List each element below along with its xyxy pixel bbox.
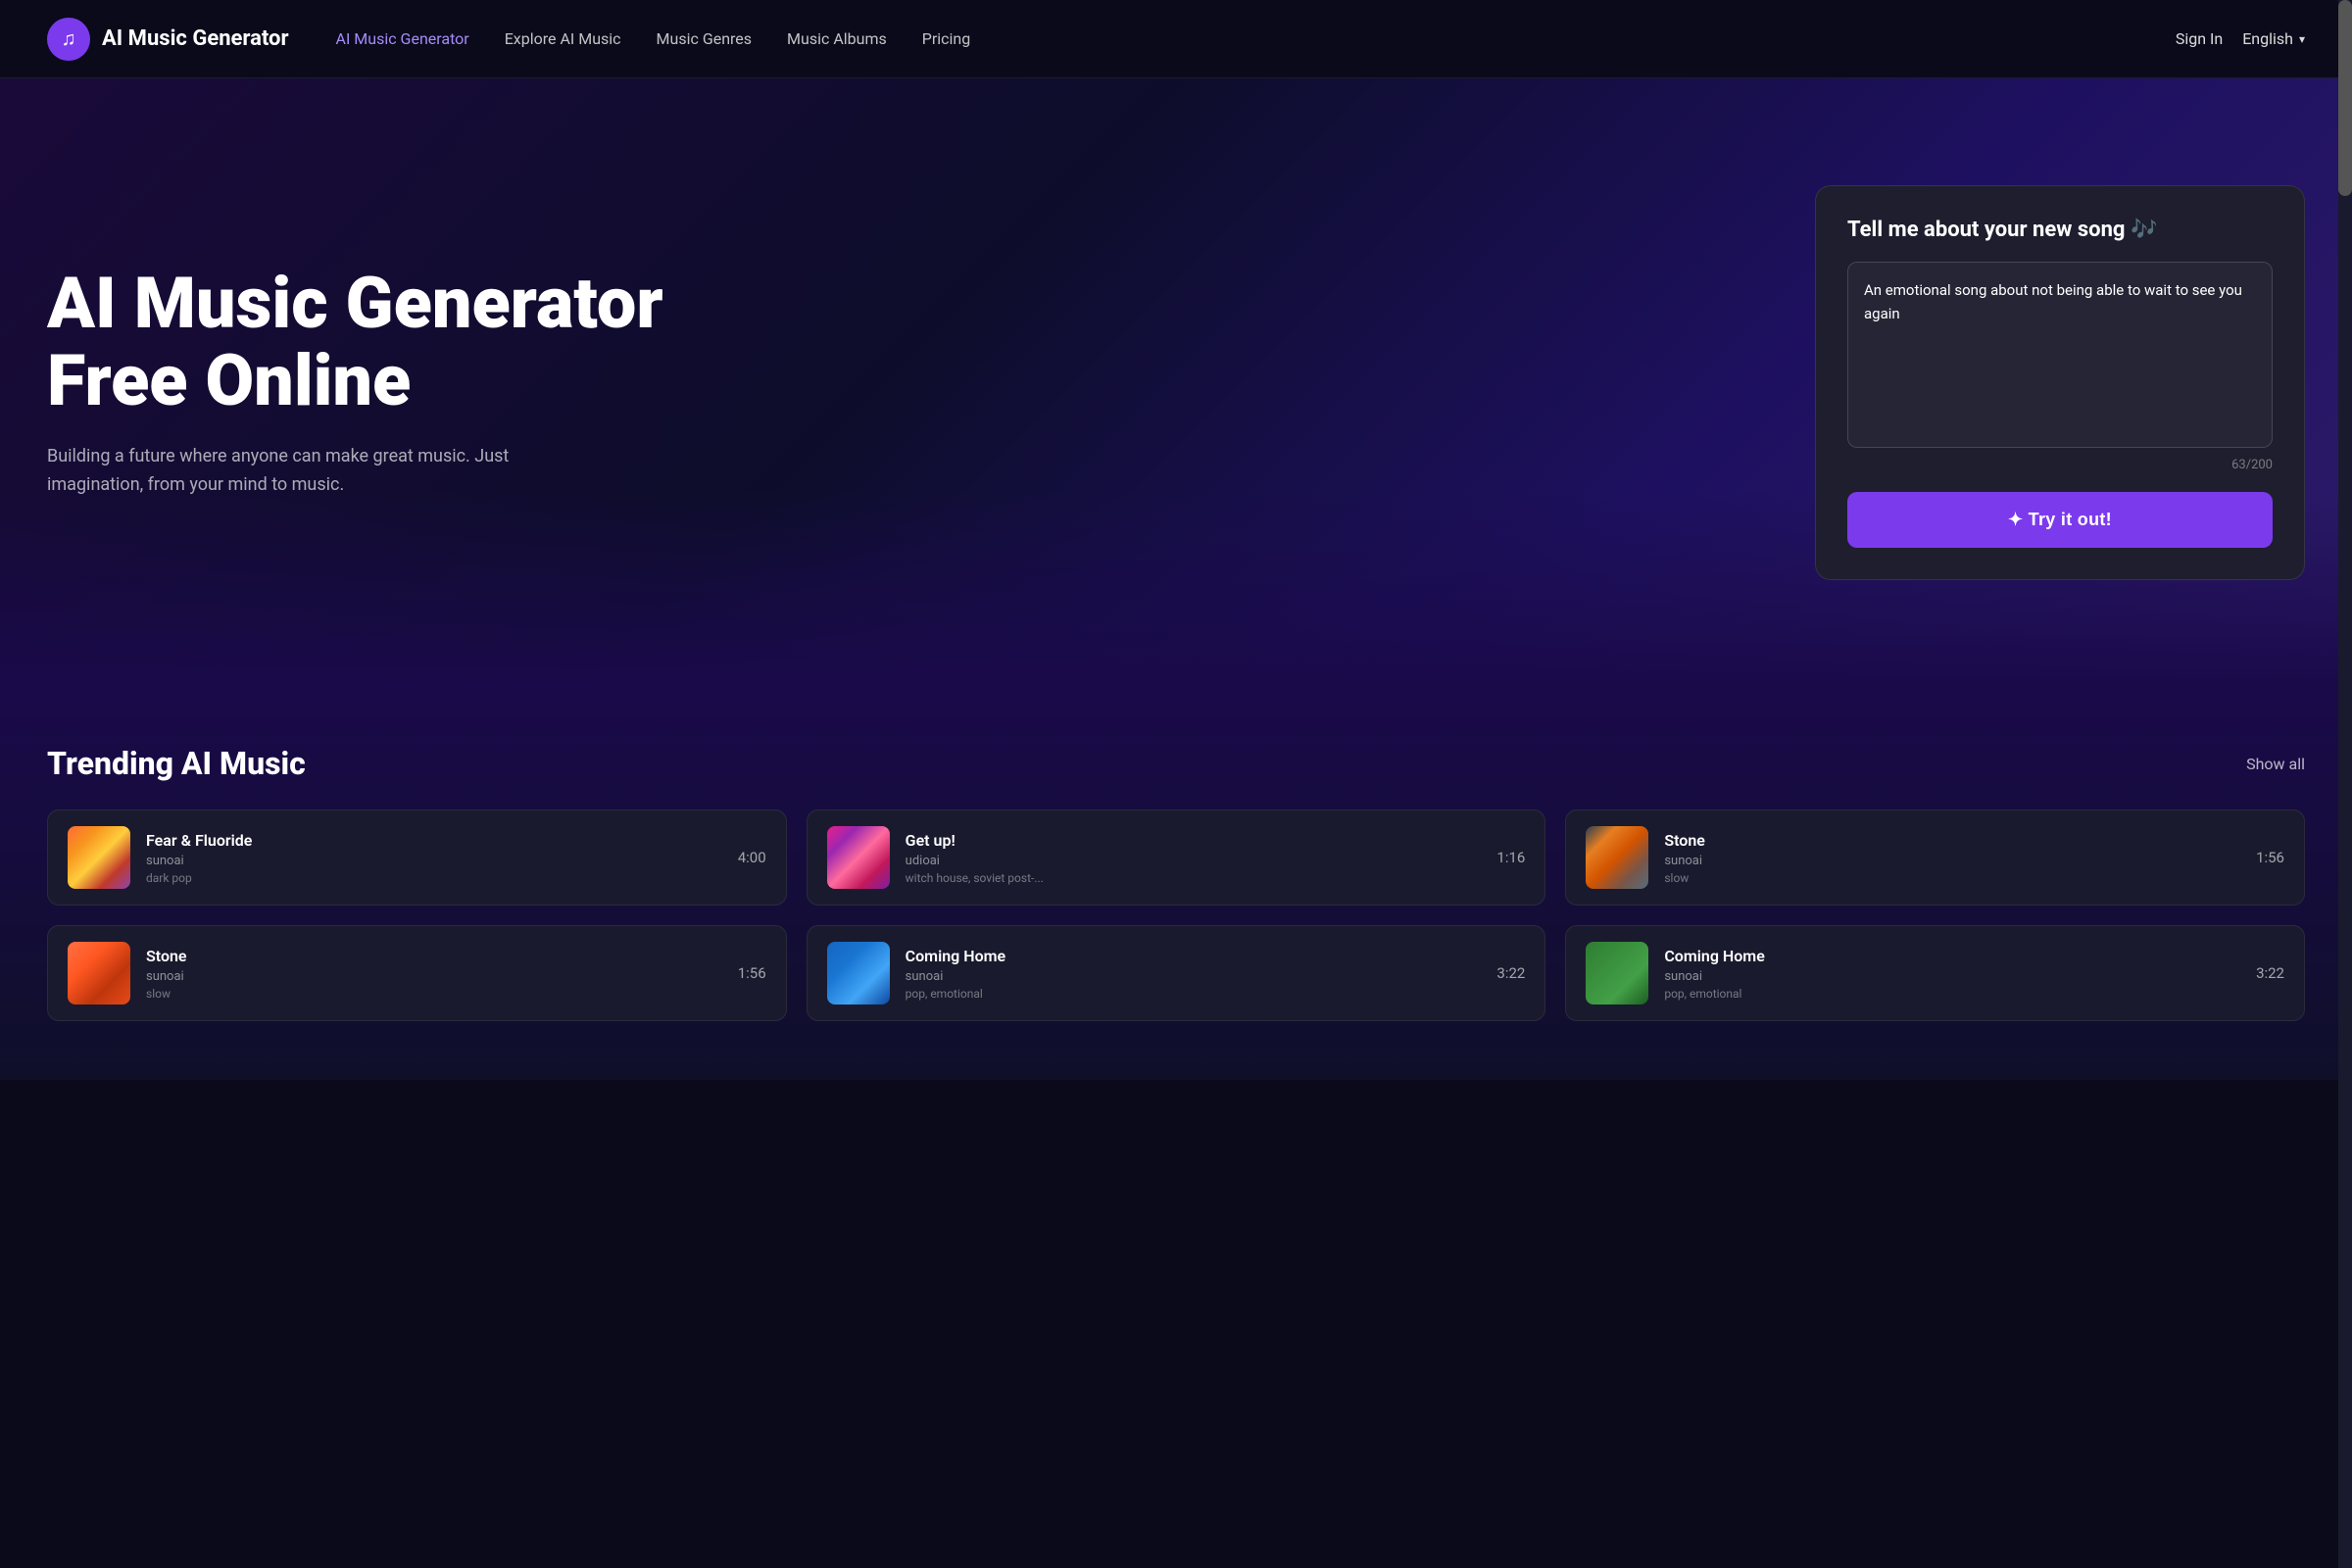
music-info: Get up! udioai witch house, soviet post-… xyxy=(906,831,1482,885)
album-art xyxy=(68,942,130,1004)
trending-header: Trending AI Music Show all xyxy=(47,745,2305,782)
song-duration: 3:22 xyxy=(2256,964,2284,982)
song-artist: sunoai xyxy=(146,854,722,868)
hero-subtitle: Building a future where anyone can make … xyxy=(47,443,557,500)
scrollbar[interactable] xyxy=(2338,0,2352,1568)
trending-title: Trending AI Music xyxy=(47,745,306,782)
logo-icon: ♫ xyxy=(47,18,90,61)
nav-links: AI Music Generator Explore AI Music Musi… xyxy=(336,29,2176,48)
brand-name: AI Music Generator xyxy=(102,26,289,51)
logo-area[interactable]: ♫ AI Music Generator xyxy=(47,18,289,61)
navbar: ♫ AI Music Generator AI Music Generator … xyxy=(0,0,2352,78)
music-info: Stone sunoai slow xyxy=(1664,831,2240,885)
song-title: Coming Home xyxy=(906,947,1482,965)
music-info: Fear & Fluoride sunoai dark pop xyxy=(146,831,722,885)
list-item[interactable]: Stone sunoai slow 1:56 xyxy=(1565,809,2305,906)
nav-item-ai-music-generator[interactable]: AI Music Generator xyxy=(336,29,469,48)
album-art xyxy=(827,942,890,1004)
song-title: Coming Home xyxy=(1664,947,2240,965)
scrollbar-thumb[interactable] xyxy=(2338,0,2352,196)
list-item[interactable]: Get up! udioai witch house, soviet post-… xyxy=(807,809,1546,906)
song-duration: 1:56 xyxy=(738,964,766,982)
sign-in-button[interactable]: Sign In xyxy=(2176,29,2223,48)
try-it-out-button[interactable]: ✦ Try it out! xyxy=(1847,492,2273,548)
nav-item-explore-ai-music[interactable]: Explore AI Music xyxy=(505,29,621,48)
show-all-button[interactable]: Show all xyxy=(2246,755,2305,773)
hero-title: AI Music Generator Free Online xyxy=(47,265,713,419)
song-duration: 1:56 xyxy=(2256,849,2284,866)
song-genre: pop, emotional xyxy=(1664,987,2240,1001)
nav-item-pricing[interactable]: Pricing xyxy=(922,29,971,48)
hero-section: AI Music Generator Free Online Building … xyxy=(0,78,2352,686)
list-item[interactable]: Coming Home sunoai pop, emotional 3:22 xyxy=(1565,925,2305,1021)
song-genre: slow xyxy=(1664,871,2240,885)
language-label: English xyxy=(2242,29,2293,48)
song-artist: sunoai xyxy=(1664,969,2240,984)
album-art xyxy=(68,826,130,889)
song-artist: sunoai xyxy=(906,969,1482,984)
song-title: Stone xyxy=(146,947,722,965)
music-info: Stone sunoai slow xyxy=(146,947,722,1001)
song-generator-card: Tell me about your new song 🎶 63/200 ✦ T… xyxy=(1815,185,2305,580)
music-info: Coming Home sunoai pop, emotional xyxy=(1664,947,2240,1001)
song-genre: witch house, soviet post-... xyxy=(906,871,1482,885)
nav-item-music-albums[interactable]: Music Albums xyxy=(787,29,887,48)
song-genre: slow xyxy=(146,987,722,1001)
list-item[interactable]: Stone sunoai slow 1:56 xyxy=(47,925,787,1021)
hero-left: AI Music Generator Free Online Building … xyxy=(47,265,713,500)
song-duration: 3:22 xyxy=(1496,964,1525,982)
list-item[interactable]: Coming Home sunoai pop, emotional 3:22 xyxy=(807,925,1546,1021)
song-artist: udioai xyxy=(906,854,1482,868)
song-card-title: Tell me about your new song 🎶 xyxy=(1847,218,2273,242)
chevron-down-icon: ▾ xyxy=(2299,32,2305,46)
music-info: Coming Home sunoai pop, emotional xyxy=(906,947,1482,1001)
song-genre: dark pop xyxy=(146,871,722,885)
song-description-input[interactable] xyxy=(1847,262,2273,448)
album-art xyxy=(827,826,890,889)
song-card: Tell me about your new song 🎶 63/200 ✦ T… xyxy=(1815,185,2305,580)
nav-item-music-genres[interactable]: Music Genres xyxy=(657,29,753,48)
music-grid: Fear & Fluoride sunoai dark pop 4:00 Get… xyxy=(47,809,2305,1021)
char-count: 63/200 xyxy=(1847,458,2273,472)
nav-right: Sign In English ▾ xyxy=(2176,29,2305,48)
song-title: Fear & Fluoride xyxy=(146,831,722,850)
song-artist: sunoai xyxy=(1664,854,2240,868)
song-title: Get up! xyxy=(906,831,1482,850)
music-note-icon: ♫ xyxy=(62,26,76,51)
language-selector[interactable]: English ▾ xyxy=(2242,29,2305,48)
trending-section: Trending AI Music Show all Fear & Fluori… xyxy=(0,686,2352,1080)
album-art xyxy=(1586,942,1648,1004)
song-genre: pop, emotional xyxy=(906,987,1482,1001)
song-artist: sunoai xyxy=(146,969,722,984)
list-item[interactable]: Fear & Fluoride sunoai dark pop 4:00 xyxy=(47,809,787,906)
song-title: Stone xyxy=(1664,831,2240,850)
song-duration: 1:16 xyxy=(1496,849,1525,866)
album-art xyxy=(1586,826,1648,889)
song-duration: 4:00 xyxy=(738,849,766,866)
